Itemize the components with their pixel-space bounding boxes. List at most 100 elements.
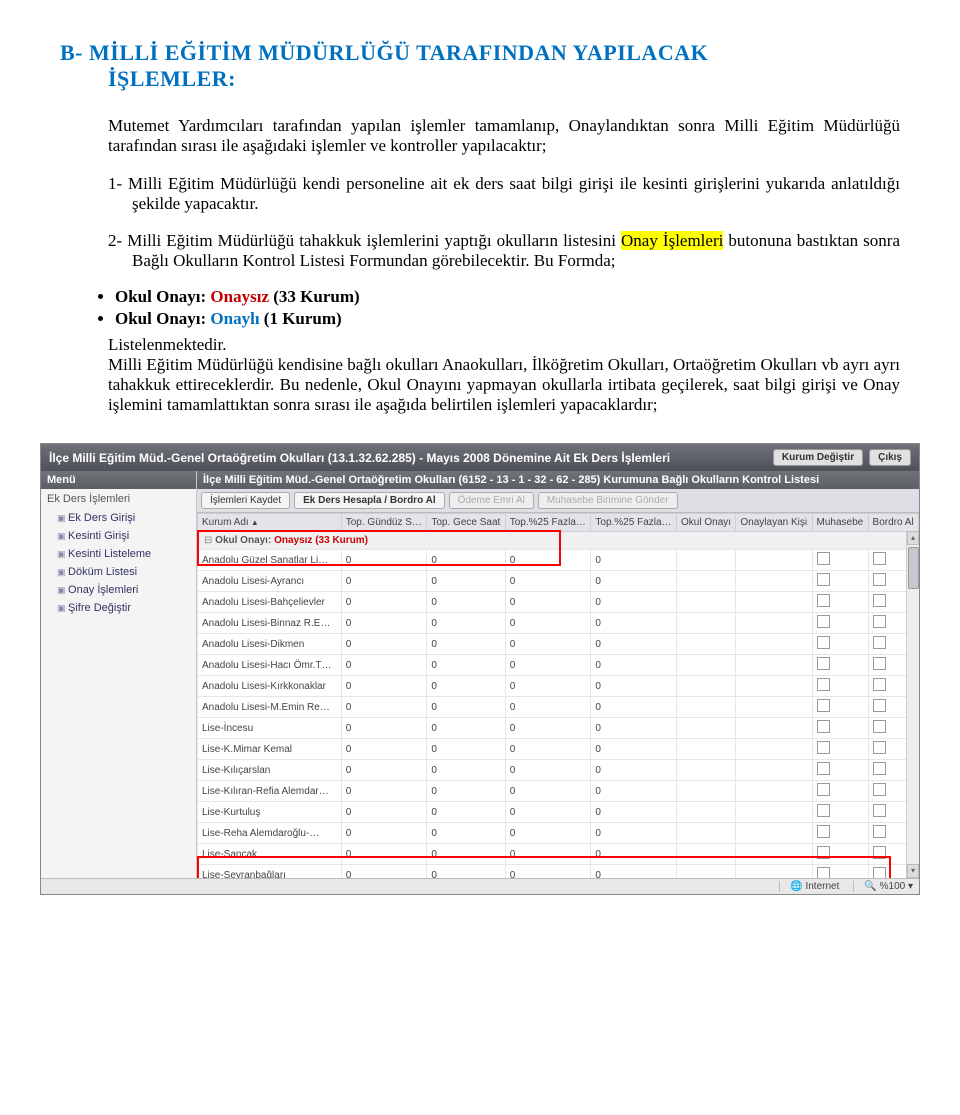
muhasebe-checkbox[interactable]: [817, 573, 830, 586]
bordro-checkbox[interactable]: [873, 741, 886, 754]
bullet-list: Okul Onayı: Onaysız (33 Kurum) Okul Onay…: [60, 287, 900, 329]
sidebar: Menü Ek Ders İşlemleri Ek Ders Girişi Ke…: [41, 471, 197, 878]
table-wrapper: Kurum Adı Top. Gündüz S… Top. Gece Saat …: [197, 513, 919, 878]
scroll-up-icon[interactable]: ▴: [907, 531, 919, 545]
bordro-checkbox[interactable]: [873, 657, 886, 670]
numbered-para-1: 1- Milli Eğitim Müdürlüğü kendi personel…: [84, 174, 900, 214]
table-row[interactable]: Lise-İncesu0000: [198, 718, 919, 739]
app-screenshot: İlçe Milli Eğitim Müd.-Genel Ortaöğretim…: [40, 443, 920, 895]
bordro-checkbox[interactable]: [873, 720, 886, 733]
intro-paragraph: Mutemet Yardımcıları tarafından yapılan …: [60, 116, 900, 156]
muhasebe-checkbox[interactable]: [817, 657, 830, 670]
after-bullets-paragraph: Listelenmektedir. Milli Eğitim Müdürlüğü…: [60, 335, 900, 415]
bordro-checkbox[interactable]: [873, 636, 886, 649]
table-row[interactable]: Lise-Kılıran-Refia Alemdar…0000: [198, 781, 919, 802]
cikis-button[interactable]: Çıkış: [869, 449, 911, 466]
muhasebe-checkbox[interactable]: [817, 762, 830, 775]
bordro-checkbox[interactable]: [873, 615, 886, 628]
onayli-count: (1 Kurum): [260, 309, 342, 328]
bordro-checkbox[interactable]: [873, 783, 886, 796]
table-row[interactable]: Anadolu Lisesi-Dikmen0000: [198, 634, 919, 655]
muhasebe-checkbox[interactable]: [817, 741, 830, 754]
muhasebe-checkbox[interactable]: [817, 678, 830, 691]
sidebar-title: Menü: [41, 471, 196, 489]
muhasebe-checkbox[interactable]: [817, 615, 830, 628]
muhasebe-checkbox[interactable]: [817, 552, 830, 565]
sidebar-item-sifre[interactable]: Şifre Değiştir: [41, 599, 196, 617]
bullet-label: Okul Onayı:: [115, 287, 210, 306]
table-row[interactable]: Lise-Sancak0000: [198, 844, 919, 865]
table-row[interactable]: Lise-Kurtuluş0000: [198, 802, 919, 823]
onayli-text: Onaylı: [210, 309, 259, 328]
bordro-checkbox[interactable]: [873, 846, 886, 859]
bullet-label: Okul Onayı:: [115, 309, 210, 328]
odeme-button[interactable]: Ödeme Emri Al: [449, 492, 534, 509]
col-onaylayan[interactable]: Onaylayan Kişi: [736, 514, 812, 532]
onaysiz-text: Onaysız: [210, 287, 269, 306]
col-bordro[interactable]: Bordro Al: [868, 514, 918, 532]
col-muhasebe[interactable]: Muhasebe: [812, 514, 868, 532]
sidebar-item-dokum[interactable]: Döküm Listesi: [41, 563, 196, 581]
gonder-button[interactable]: Muhasebe Birimine Gönder: [538, 492, 678, 509]
table-row[interactable]: Anadolu Lisesi-Hacı Ömr.T…0000: [198, 655, 919, 676]
table-row[interactable]: Lise-K.Mimar Kemal0000: [198, 739, 919, 760]
muhasebe-checkbox[interactable]: [817, 867, 830, 878]
kaydet-button[interactable]: İşlemleri Kaydet: [201, 492, 290, 509]
table-row[interactable]: Lise-Seyranbağları0000: [198, 865, 919, 879]
status-internet: Internet: [779, 881, 839, 892]
table-row[interactable]: Anadolu Güzel Sanatlar Li…0000: [198, 550, 919, 571]
bordro-checkbox[interactable]: [873, 699, 886, 712]
kurum-degistir-button[interactable]: Kurum Değiştir: [773, 449, 863, 466]
table-row[interactable]: Anadolu Lisesi-Binnaz R.E…0000: [198, 613, 919, 634]
scroll-down-icon[interactable]: ▾: [907, 864, 919, 878]
toolbar: İşlemleri Kaydet Ek Ders Hesapla / Bordr…: [197, 489, 919, 513]
section-heading: B- MİLLİ EĞİTİM MÜDÜRLÜĞÜ TARAFINDAN YAP…: [60, 40, 900, 92]
table-row[interactable]: Lise-Reha Alemdaroğlu-…0000: [198, 823, 919, 844]
bordro-checkbox[interactable]: [873, 678, 886, 691]
col-kurum[interactable]: Kurum Adı: [198, 514, 342, 532]
bordro-checkbox[interactable]: [873, 804, 886, 817]
para2-text-a: 2- Milli Eğitim Müdürlüğü tahakkuk işlem…: [108, 231, 621, 250]
table-header-row: Kurum Adı Top. Gündüz S… Top. Gece Saat …: [198, 514, 919, 532]
table-row[interactable]: Anadolu Lisesi-Ayrancı0000: [198, 571, 919, 592]
sidebar-item-kesinti-giris[interactable]: Kesinti Girişi: [41, 527, 196, 545]
vertical-scrollbar[interactable]: ▴ ▾: [906, 531, 919, 878]
muhasebe-checkbox[interactable]: [817, 825, 830, 838]
muhasebe-checkbox[interactable]: [817, 804, 830, 817]
col-fazla1[interactable]: Top.%25 Fazla…: [505, 514, 591, 532]
status-zoom: 🔍 %100 ▾: [853, 881, 913, 892]
muhasebe-checkbox[interactable]: [817, 783, 830, 796]
table-row[interactable]: Anadolu Lisesi-M.Emin Re…0000: [198, 697, 919, 718]
main-panel: İlçe Milli Eğitim Müd.-Genel Ortaöğretim…: [197, 471, 919, 878]
group-row[interactable]: Okul Onayı: Onaysız (33 Kurum): [198, 532, 919, 550]
sidebar-item-ekders[interactable]: Ek Ders Girişi: [41, 509, 196, 527]
hesapla-button[interactable]: Ek Ders Hesapla / Bordro Al: [294, 492, 444, 509]
bordro-checkbox[interactable]: [873, 552, 886, 565]
table-row[interactable]: Lise-Kılıçarslan0000: [198, 760, 919, 781]
table-row[interactable]: Anadolu Lisesi-Bahçelievler0000: [198, 592, 919, 613]
bordro-checkbox[interactable]: [873, 825, 886, 838]
bordro-checkbox[interactable]: [873, 573, 886, 586]
muhasebe-checkbox[interactable]: [817, 636, 830, 649]
bordro-checkbox[interactable]: [873, 594, 886, 607]
sidebar-item-kesinti-liste[interactable]: Kesinti Listeleme: [41, 545, 196, 563]
panel-title: İlçe Milli Eğitim Müd.-Genel Ortaöğretim…: [197, 471, 919, 489]
col-fazla2[interactable]: Top.%25 Fazla…: [591, 514, 677, 532]
sidebar-group-label: Ek Ders İşlemleri: [41, 489, 196, 509]
muhasebe-checkbox[interactable]: [817, 846, 830, 859]
bordro-checkbox[interactable]: [873, 762, 886, 775]
bullet-onaysiz: Okul Onayı: Onaysız (33 Kurum): [115, 287, 900, 307]
scroll-thumb[interactable]: [908, 547, 919, 589]
muhasebe-checkbox[interactable]: [817, 720, 830, 733]
table-row[interactable]: Anadolu Lisesi-Kırkkonaklar0000: [198, 676, 919, 697]
col-okul-onayi[interactable]: Okul Onayı: [677, 514, 736, 532]
app-title: İlçe Milli Eğitim Müd.-Genel Ortaöğretim…: [49, 451, 670, 465]
muhasebe-checkbox[interactable]: [817, 699, 830, 712]
col-gece[interactable]: Top. Gece Saat: [427, 514, 505, 532]
sidebar-item-onay[interactable]: Onay İşlemleri: [41, 581, 196, 599]
muhasebe-checkbox[interactable]: [817, 594, 830, 607]
col-gunduz[interactable]: Top. Gündüz S…: [341, 514, 427, 532]
heading-line1: B- MİLLİ EĞİTİM MÜDÜRLÜĞÜ TARAFINDAN YAP…: [60, 40, 708, 65]
onay-islemleri-highlight: Onay İşlemleri: [621, 231, 723, 250]
bordro-checkbox[interactable]: [873, 867, 886, 878]
